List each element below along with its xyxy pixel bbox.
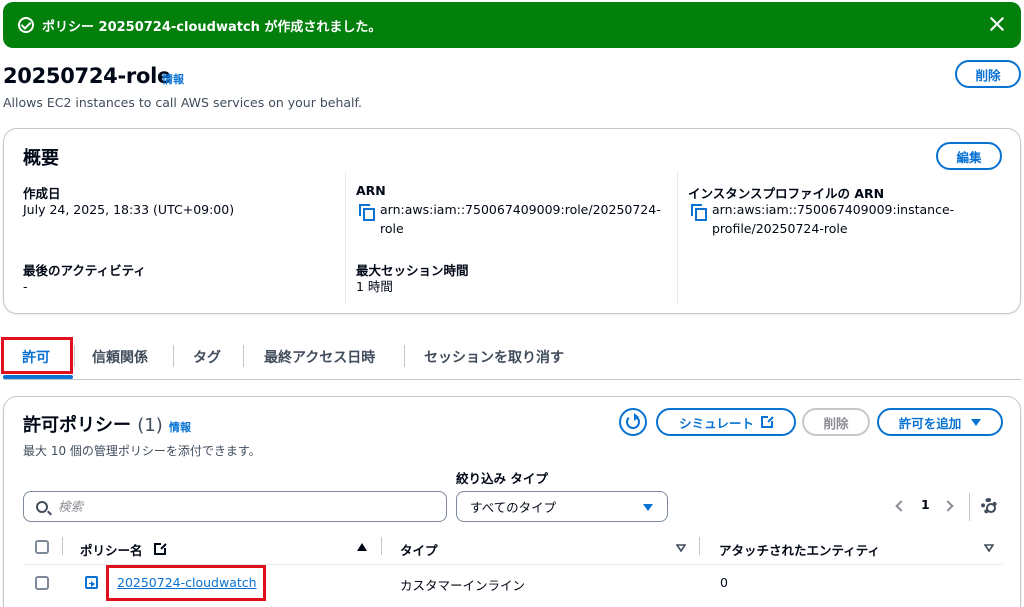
caret-down-icon [971,418,982,426]
tab-separator [243,345,244,367]
page-number[interactable]: 1 [921,497,930,512]
flash-message: ポリシー 20250724-cloudwatch が作成されました。 [42,19,382,35]
last-activity-label: 最後のアクティビティ [23,263,146,278]
column-divider [345,171,346,305]
type-filter-select[interactable]: すべてのタイプ [456,491,668,522]
arn-value-line1: arn:aws:iam::750067409009:role/20250724- [380,202,661,217]
role-tabs: 許可 信頼関係 タグ 最終アクセス日時 セッションを取り消す [3,335,1021,380]
tab-last-accessed[interactable]: 最終アクセス日時 [264,335,375,379]
column-header-policy-name[interactable]: ポリシー名 [80,540,167,559]
summary-card: 概要 編集 作成日 July 24, 2025, 18:33 (UTC+09:0… [3,128,1021,314]
policies-subtitle: 最大 10 個の管理ポリシーを添付できます。 [23,444,261,458]
policy-search [23,491,447,522]
tab-separator [404,345,405,367]
tab-separator [173,345,174,367]
column-divider [677,171,678,305]
arn-value-line2: role [380,221,404,236]
sort-ascending-icon[interactable] [357,543,367,551]
previous-page-icon[interactable] [895,500,907,512]
column-separator [381,537,382,555]
highlight-box-permissions-tab [1,337,73,374]
summary-title: 概要 [23,148,59,169]
instance-profile-value-line2: profile/20250724-role [712,221,848,236]
sort-icon[interactable] [984,544,994,552]
external-link-icon [153,542,167,555]
copy-icon[interactable] [691,204,707,221]
title-info-link[interactable]: 情報 [162,71,184,87]
caret-down-icon [643,504,653,511]
attached-entities-value: 0 [720,575,728,590]
copy-icon[interactable] [359,204,375,221]
select-all-checkbox[interactable] [35,540,49,554]
simulate-label: シミュレート [679,415,754,431]
last-activity-value: - [23,279,28,294]
search-icon [36,500,48,513]
gear-icon[interactable] [981,498,997,514]
created-value: July 24, 2025, 18:33 (UTC+09:00) [23,202,235,217]
policies-count: (1) [137,415,163,436]
search-input[interactable] [58,499,438,514]
tab-revoke-sessions[interactable]: セッションを取り消す [424,335,564,379]
add-permissions-button[interactable]: 許可を追加 [877,408,1003,436]
column-separator [699,537,700,555]
policy-type-value: カスタマーインライン [400,578,526,593]
policy-name-header-label: ポリシー名 [80,543,143,558]
external-link-icon [760,415,774,428]
type-filter-value: すべてのタイプ [470,500,557,515]
filter-type-label: 絞り込み タイプ [456,471,548,486]
edit-button[interactable]: 編集 [936,142,1002,170]
expand-icon[interactable] [85,576,98,589]
sort-icon[interactable] [676,544,686,552]
tab-trust-relationships[interactable]: 信頼関係 [92,335,148,379]
simulate-button[interactable]: シミュレート [656,408,796,436]
add-permissions-label: 許可を追加 [898,415,962,431]
policies-title: 許可ポリシー (1) [23,411,163,437]
policies-title-text: 許可ポリシー [23,415,131,436]
tab-tags[interactable]: タグ [193,335,221,379]
page-description: Allows EC2 instances to call AWS service… [3,95,362,110]
close-icon[interactable] [987,14,1007,34]
tab-separator [74,345,75,367]
delete-policy-button[interactable]: 削除 [802,408,870,436]
row-checkbox[interactable] [35,576,49,590]
pager-separator [969,493,970,521]
column-header-attached-entities[interactable]: アタッチされたエンティティ [719,540,880,559]
column-separator [62,537,63,555]
check-circle-icon [18,17,34,33]
refresh-icon[interactable] [619,408,647,436]
instance-profile-value-line1: arn:aws:iam::750067409009:instance- [712,202,955,217]
page-title: 20250724-role [3,64,171,88]
max-session-value: 1 時間 [356,279,393,294]
delete-role-button[interactable]: 削除 [955,60,1021,88]
success-flash-banner: ポリシー 20250724-cloudwatch が作成されました。 [3,2,1021,48]
column-header-type[interactable]: タイプ [400,540,438,559]
arn-label: ARN [356,183,386,198]
active-tab-indicator [3,375,73,379]
policies-info-link[interactable]: 情報 [169,419,191,435]
next-page-icon[interactable] [942,500,954,512]
highlight-box-policy-link [106,565,266,601]
